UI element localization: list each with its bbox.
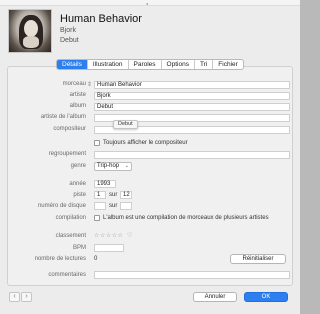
tab-details[interactable]: Détails — [57, 60, 88, 69]
disc-of-label: sur — [109, 203, 118, 209]
apple-icon: ● — [146, 1, 149, 6]
disc-total-field[interactable] — [120, 202, 132, 210]
bpm-field[interactable] — [94, 244, 124, 252]
tab-lyrics[interactable]: Paroles — [129, 60, 162, 69]
track-number-label: piste — [73, 192, 86, 198]
compilation-label: compilation — [55, 215, 86, 221]
ok-button[interactable]: OK — [244, 292, 288, 302]
cancel-button[interactable]: Annuler — [193, 292, 237, 302]
tab-options[interactable]: Options — [162, 60, 195, 69]
year-field[interactable]: 1993 — [94, 180, 116, 188]
reset-button[interactable]: Réinitialiser — [230, 254, 286, 264]
track-of-label: sur — [109, 192, 118, 198]
title-field[interactable]: Human Behavior — [94, 81, 290, 89]
track-total-field[interactable]: 12 — [120, 191, 132, 199]
sort-chevron-icon: ⇕ — [87, 82, 93, 88]
album-artist-label: artiste de l'album — [40, 114, 86, 120]
chevron-down-icon: ⌄ — [124, 163, 129, 169]
comments-field[interactable] — [94, 271, 290, 279]
track-album: Debut — [60, 37, 79, 44]
track-info-window: ● Human Behavior Bjork Debut Détails Ill… — [0, 0, 300, 314]
window-top-bar: ● — [0, 0, 300, 6]
tab-bar: Détails Illustration Paroles Options Tri… — [56, 59, 244, 70]
show-composer-checkbox[interactable] — [94, 140, 100, 146]
grouping-label: regroupement — [48, 151, 86, 157]
play-count-value: 0 — [94, 256, 98, 262]
tab-illustration[interactable]: Illustration — [88, 60, 129, 69]
show-composer-label: Toujours afficher le compositeur — [103, 140, 188, 146]
album-label: album — [69, 103, 86, 109]
chevron-right-icon: › — [25, 293, 28, 300]
track-number-field[interactable]: 1 — [94, 191, 106, 199]
album-artwork — [8, 9, 52, 53]
artist-field[interactable]: Bjork — [94, 92, 290, 100]
chevron-left-icon: ‹ — [13, 293, 16, 300]
rating-stars[interactable]: ☆☆☆☆☆ — [94, 232, 123, 239]
bpm-label: BPM — [72, 245, 86, 251]
play-count-label: nombre de lectures — [34, 256, 86, 262]
track-title: Human Behavior — [60, 13, 142, 25]
year-label: année — [69, 181, 86, 187]
track-artist: Bjork — [60, 27, 76, 34]
genre-value: Trip-hop — [97, 163, 120, 169]
compilation-checkbox[interactable] — [94, 215, 100, 221]
compilation-text: L'album est une compilation de morceaux … — [103, 215, 269, 221]
tab-sorting[interactable]: Tri — [195, 60, 214, 69]
artist-label: artiste — [69, 92, 86, 98]
grouping-field[interactable] — [94, 151, 290, 159]
composer-label: compositeur — [53, 126, 86, 132]
genre-label: genre — [70, 163, 86, 169]
autocomplete-tooltip: Debut — [113, 120, 138, 129]
title-label: morceau — [62, 81, 86, 87]
previous-track-button[interactable]: ‹ — [9, 292, 20, 302]
disc-number-field[interactable] — [94, 202, 106, 210]
heart-icon[interactable]: ♡ — [127, 232, 132, 239]
next-track-button[interactable]: › — [21, 292, 32, 302]
rating-label: classement — [55, 233, 86, 239]
disc-number-label: numéro de disque — [37, 203, 86, 209]
comments-label: commentaires — [48, 272, 86, 278]
tab-file[interactable]: Fichier — [213, 60, 243, 69]
album-field[interactable]: Debut — [94, 103, 290, 111]
genre-select[interactable]: Trip-hop ⌄ — [94, 162, 132, 171]
